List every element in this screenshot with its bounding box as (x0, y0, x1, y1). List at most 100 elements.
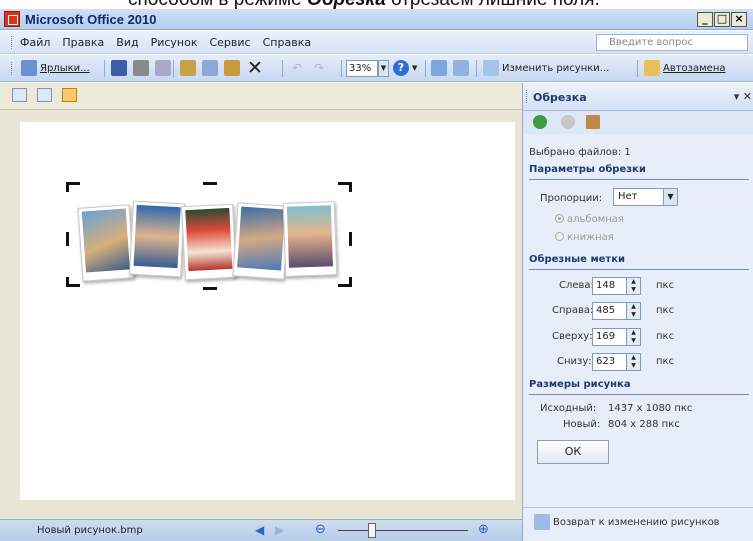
task-pane-close-icon[interactable]: ▾ ✕ (734, 90, 752, 103)
redo-icon[interactable]: ↷ (314, 61, 324, 75)
autocorrect-label: Автозамена (663, 62, 726, 74)
right-spinner-arrows-icon[interactable]: ▲ ▼ (626, 303, 640, 319)
filmstrip-view-icon[interactable] (37, 88, 52, 102)
top-spinner-arrows-icon[interactable]: ▲ ▼ (626, 329, 640, 345)
zoom-out-icon[interactable]: ⊖ (315, 522, 326, 537)
forward-icon[interactable] (561, 115, 575, 129)
zoom-slider-thumb[interactable] (368, 523, 376, 538)
delete-icon[interactable]: ✕ (247, 57, 263, 79)
status-bar: Новый рисунок.bmp ◀ ▶ ⊖ ⊕ (0, 519, 522, 541)
status-filename: Новый рисунок.bmp (37, 525, 143, 536)
aspect-dropdown-icon[interactable]: ▼ (663, 188, 678, 206)
portrait-label: книжная (567, 232, 614, 243)
crop-task-pane: Обрезка ▾ ✕ Выбрано файлов: 1 Параметры … (522, 83, 753, 541)
shortcuts-icon (21, 60, 37, 76)
mail-icon[interactable] (155, 60, 171, 76)
zoom-in-icon[interactable]: ⊕ (478, 522, 489, 537)
photo-3 (181, 203, 237, 281)
save-icon[interactable] (111, 60, 127, 76)
help-icon[interactable]: ? (393, 60, 409, 76)
landscape-radio (555, 214, 564, 223)
undo-icon[interactable]: ↶ (292, 61, 302, 75)
top-value: 169 (596, 331, 616, 342)
photo-4 (232, 202, 290, 280)
menu-file[interactable]: Файл (20, 36, 50, 49)
menu-help[interactable]: Справка (263, 36, 311, 49)
print-icon[interactable] (133, 60, 149, 76)
zoom-dropdown-icon[interactable]: ▼ (378, 60, 389, 77)
zoom-slider-track[interactable] (338, 530, 468, 531)
view-mode-bar (0, 83, 522, 110)
landscape-option[interactable]: альбомная (555, 214, 624, 225)
crop-handle-left[interactable] (66, 232, 69, 246)
rotate-right-icon[interactable] (453, 60, 469, 76)
crop-handle-top-left[interactable] (66, 182, 80, 192)
caption-tail: отрезаем лишние поля. (386, 0, 600, 9)
single-picture-view-icon[interactable] (62, 88, 77, 102)
maximize-button[interactable]: □ (714, 12, 730, 27)
picture-size-heading: Размеры рисунка (529, 379, 749, 395)
minimize-button[interactable]: _ (697, 12, 713, 27)
menu-view[interactable]: Вид (116, 36, 138, 49)
menu-grip[interactable] (11, 36, 14, 49)
toolbar-options-icon[interactable]: ▼ (412, 64, 417, 72)
autocorrect-button[interactable]: Автозамена (641, 59, 726, 77)
left-spinner[interactable]: 148 ▲ ▼ (592, 277, 641, 295)
ok-button[interactable]: ОК (537, 440, 609, 464)
ask-question-input[interactable]: Введите вопрос (596, 34, 748, 51)
edit-pictures-button[interactable]: Изменить рисунки... (480, 59, 609, 77)
paste-icon[interactable] (224, 60, 240, 76)
original-size-value: 1437 x 1080 пкс (608, 403, 693, 414)
left-label: Слева: (559, 280, 594, 291)
copy-icon[interactable] (202, 60, 218, 76)
landscape-label: альбомная (567, 214, 624, 225)
right-spinner[interactable]: 485 ▲ ▼ (592, 302, 641, 320)
title-bar: Microsoft Office 2010 _ □ × (0, 9, 753, 30)
menu-picture[interactable]: Рисунок (151, 36, 198, 49)
autocorrect-icon (644, 60, 660, 76)
crop-handle-top[interactable] (203, 182, 217, 185)
top-spinner[interactable]: 169 ▲ ▼ (592, 328, 641, 346)
edit-pictures-label: Изменить рисунки... (502, 62, 610, 74)
left-value: 148 (596, 280, 616, 291)
portrait-radio (555, 232, 564, 241)
home-icon[interactable] (586, 115, 600, 129)
new-size-label: Новый: (563, 419, 601, 430)
cut-icon[interactable] (180, 60, 196, 76)
thumbnail-view-icon[interactable] (12, 88, 27, 102)
return-to-edit-link[interactable]: Возврат к изменению рисунков (553, 517, 720, 528)
crop-handle-bottom-right[interactable] (338, 277, 352, 287)
photo-2 (129, 200, 185, 278)
crop-handle-bottom[interactable] (203, 287, 217, 290)
left-unit: пкс (656, 280, 675, 291)
document-caption: способом в режиме Обрезка отрезаем лишни… (0, 0, 753, 9)
crop-handle-bottom-left[interactable] (66, 277, 80, 287)
previous-picture-icon[interactable]: ◀ (255, 523, 264, 537)
crop-handle-right[interactable] (349, 232, 352, 246)
top-unit: пкс (656, 331, 675, 342)
crop-handle-top-right[interactable] (338, 182, 352, 192)
bottom-spinner[interactable]: 623 ▲ ▼ (592, 353, 641, 371)
office-app-icon (4, 11, 20, 27)
shortcuts-button[interactable]: Ярлыки... (18, 59, 90, 77)
bottom-value: 623 (596, 356, 616, 367)
caption-emphasis: Обрезка (307, 0, 386, 9)
aspect-ratio-select[interactable]: Нет ▼ (613, 188, 678, 206)
portrait-option[interactable]: книжная (555, 232, 614, 243)
standard-toolbar: Ярлыки... ✕ ↶ ↷ 33% ▼ ? ▼ Изменить рисун… (0, 55, 753, 82)
task-pane-nav (523, 111, 753, 134)
toolbar-grip[interactable] (11, 62, 14, 75)
back-icon[interactable] (533, 115, 547, 129)
bottom-spinner-arrows-icon[interactable]: ▲ ▼ (626, 354, 640, 370)
menu-edit[interactable]: Правка (62, 36, 104, 49)
close-button[interactable]: × (731, 12, 747, 27)
next-picture-icon[interactable]: ▶ (275, 523, 284, 537)
top-label: Сверху: (552, 331, 593, 342)
zoom-select[interactable]: 33% (346, 60, 378, 77)
photo-1 (77, 204, 135, 282)
original-size-label: Исходный: (540, 403, 597, 414)
rotate-left-icon[interactable] (431, 60, 447, 76)
left-spinner-arrows-icon[interactable]: ▲ ▼ (626, 278, 640, 294)
edit-pictures-icon (483, 60, 499, 76)
menu-tools[interactable]: Сервис (209, 36, 250, 49)
